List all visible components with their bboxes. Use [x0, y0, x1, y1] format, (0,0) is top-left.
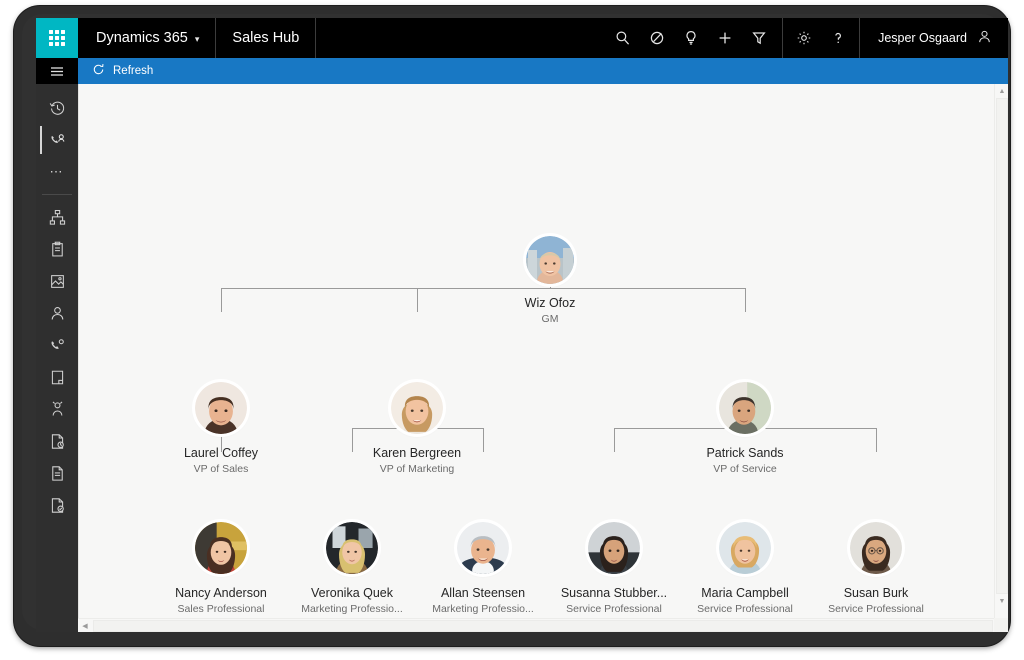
org-node-title: VP of Service [713, 463, 777, 475]
org-node-name: Susan Burk [843, 586, 909, 600]
sidebar-item-activities[interactable] [36, 233, 78, 265]
org-node-name: Karen Bergreen [372, 446, 462, 460]
org-chart-content: Wiz Ofoz GM Laurel Coffey VP of Sales Ka… [78, 84, 1008, 632]
org-node-name: Maria Campbell [701, 586, 789, 600]
avatar [391, 382, 443, 434]
org-node-name: Patrick Sands [706, 446, 784, 460]
horizontal-scrollbar[interactable]: ◀ ▶ [78, 618, 1008, 632]
refresh-button[interactable]: Refresh [78, 58, 165, 84]
connector-emp4-drop [614, 428, 615, 452]
scroll-up-button[interactable]: ▲ [995, 84, 1008, 98]
org-node-title: Service Professional [828, 603, 924, 615]
org-node-vp-service[interactable]: Patrick Sands VP of Service [670, 382, 820, 475]
waffle-grid-icon[interactable] [36, 18, 78, 58]
more-icon: ⋯ [49, 164, 65, 179]
refresh-label: Refresh [113, 65, 154, 77]
org-node-title: Marketing Professio... [301, 603, 403, 615]
scroll-down-button[interactable]: ▼ [995, 594, 1008, 608]
sidebar-item-accounts[interactable] [36, 265, 78, 297]
org-node-title: Service Professional [566, 603, 662, 615]
horizontal-scroll-thumb[interactable] [93, 619, 993, 632]
connector-emp6-drop [876, 428, 877, 452]
refresh-icon [92, 63, 105, 79]
hamburger-icon[interactable] [36, 58, 78, 84]
org-node-vp-sales[interactable]: Laurel Coffey VP of Sales [146, 382, 296, 475]
sidebar-item-leads[interactable] [36, 393, 78, 425]
person-icon [977, 29, 992, 47]
sidebar-item-quotes[interactable] [36, 425, 78, 457]
org-node-name: Wiz Ofoz [524, 296, 576, 310]
org-chart-canvas: Wiz Ofoz GM Laurel Coffey VP of Sales Ka… [79, 84, 995, 618]
app-name-sales-hub[interactable]: Sales Hub [216, 18, 317, 58]
org-node-veronika-quek[interactable]: Veronika Quek Marketing Professio... [277, 522, 427, 615]
connector-vp2-drop [417, 288, 418, 312]
org-node-title: Marketing Professio... [432, 603, 534, 615]
org-node-vp-marketing[interactable]: Karen Bergreen VP of Marketing [342, 382, 492, 475]
scrollbar-corner [994, 618, 1008, 632]
avatar [526, 236, 574, 284]
top-navigation-bar: Dynamics 365 ▾ Sales Hub Jesper Osgaard [36, 18, 1008, 58]
org-node-title: Service Professional [697, 603, 793, 615]
assistant-icon[interactable] [640, 18, 674, 58]
left-navigation-rail: ⋯ [36, 58, 78, 632]
brand-dynamics-365[interactable]: Dynamics 365 ▾ [78, 18, 217, 58]
avatar [326, 522, 378, 574]
org-node-title: GM [541, 313, 559, 325]
avatar [588, 522, 640, 574]
sidebar-item-pinned[interactable] [36, 124, 78, 156]
sidebar-item-calls[interactable] [36, 329, 78, 361]
app-name-label: Sales Hub [232, 30, 300, 46]
help-icon[interactable] [821, 18, 855, 58]
connector-vp3-drop [745, 288, 746, 312]
org-node-title: VP of Sales [193, 463, 249, 475]
user-menu[interactable]: Jesper Osgaard [860, 18, 1008, 58]
org-node-title: Sales Professional [177, 603, 265, 615]
screen: Dynamics 365 ▾ Sales Hub Jesper Osgaard … [36, 18, 1008, 632]
plus-icon[interactable] [708, 18, 742, 58]
rail-divider [42, 194, 72, 195]
org-node-nancy-anderson[interactable]: Nancy Anderson Sales Professional [146, 522, 296, 615]
org-node-name: Veronika Quek [311, 586, 393, 600]
sidebar-item-invoices[interactable] [36, 489, 78, 521]
chevron-down-icon: ▾ [194, 33, 200, 44]
org-node-name: Susanna Stubber... [560, 586, 668, 600]
avatar [719, 522, 771, 574]
connector-vp1-drop [221, 288, 222, 312]
brand-label: Dynamics 365 [96, 30, 188, 46]
sidebar-item-dashboards[interactable] [36, 201, 78, 233]
org-node-name: Laurel Coffey [183, 446, 259, 460]
org-node-susanna-stubber[interactable]: Susanna Stubber... Service Professional [539, 522, 689, 615]
avatar [195, 382, 247, 434]
avatar [850, 522, 902, 574]
scroll-left-button[interactable]: ◀ [78, 619, 92, 633]
sidebar-item-notes[interactable] [36, 361, 78, 393]
org-node-susan-burk[interactable]: Susan Burk Service Professional [801, 522, 951, 615]
command-bar: Refresh [78, 58, 1008, 84]
sidebar-item-more[interactable]: ⋯ [36, 156, 78, 188]
org-node-maria-campbell[interactable]: Maria Campbell Service Professional [670, 522, 820, 615]
lightbulb-icon[interactable] [674, 18, 708, 58]
org-node-allan-steensen[interactable]: Allan Steensen Marketing Professio... [408, 522, 558, 615]
vertical-scroll-thumb[interactable] [996, 98, 1008, 594]
org-node-name: Nancy Anderson [175, 586, 267, 600]
user-name-label: Jesper Osgaard [878, 31, 967, 45]
sidebar-item-orders[interactable] [36, 457, 78, 489]
sidebar-item-contacts[interactable] [36, 297, 78, 329]
search-icon[interactable] [606, 18, 640, 58]
org-node-name: Allan Steensen [440, 586, 526, 600]
avatar [195, 522, 247, 574]
vertical-scrollbar[interactable]: ▲ ▼ [994, 84, 1008, 618]
filter-icon[interactable] [742, 18, 776, 58]
avatar [719, 382, 771, 434]
sidebar-item-recent[interactable] [36, 92, 78, 124]
topbar-icon-group: Jesper Osgaard [606, 18, 1008, 58]
avatar [457, 522, 509, 574]
org-node-title: VP of Marketing [379, 463, 455, 475]
org-node-root[interactable]: Wiz Ofoz GM [475, 236, 625, 325]
device-frame: Dynamics 365 ▾ Sales Hub Jesper Osgaard … [14, 6, 1010, 646]
gear-icon[interactable] [787, 18, 821, 58]
